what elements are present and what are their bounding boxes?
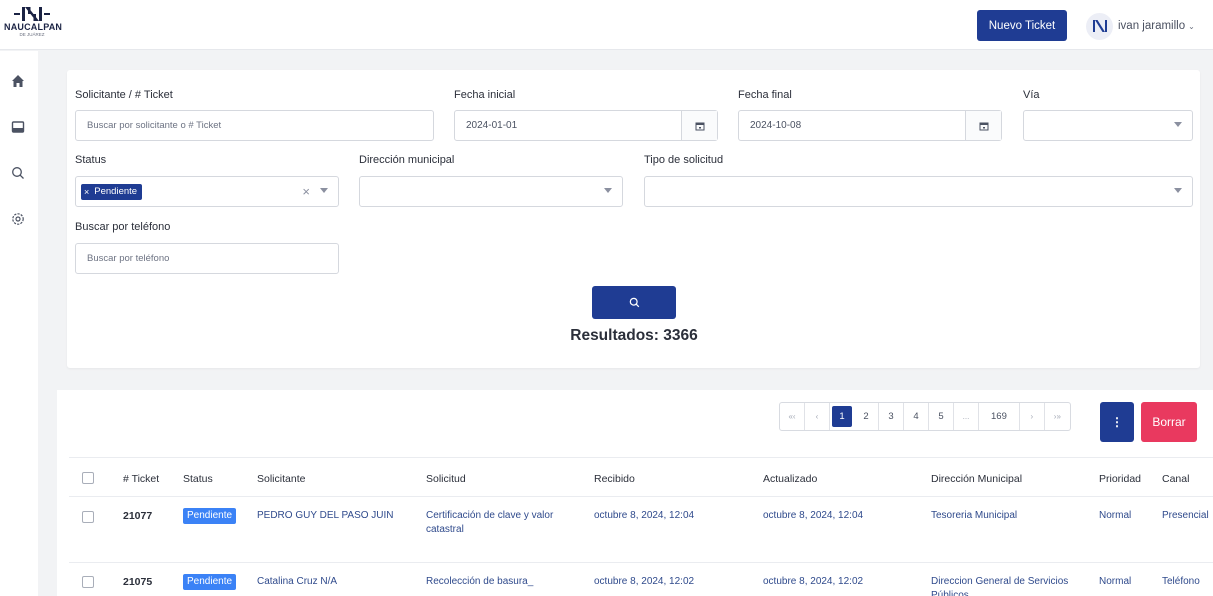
user-avatar-logo-icon	[1092, 20, 1107, 32]
pagination: «‹ ‹ 1 2 3 4 5 ... 169 › ›»	[779, 402, 1071, 431]
naucalpan-logo[interactable]: NAUCALPAN DE JUÁREZ	[4, 6, 63, 44]
row-checkbox[interactable]	[82, 511, 94, 523]
request-type-label: Tipo de solicitud	[644, 154, 724, 166]
status-badge: Pendiente	[183, 508, 237, 524]
pagination-page-3[interactable]: 3	[879, 403, 904, 430]
pagination-page-4[interactable]: 4	[904, 403, 929, 430]
settings-icon[interactable]	[9, 210, 27, 228]
start-date-label: Fecha inicial	[454, 89, 516, 101]
direction-select[interactable]	[359, 176, 623, 207]
start-date-value: 2024-01-01	[466, 120, 518, 131]
column-priority[interactable]: Prioridad	[1099, 473, 1141, 485]
requester-cell: Catalina Cruz N/A	[257, 576, 338, 587]
status-badge: Pendiente	[183, 574, 237, 590]
end-date-label: Fecha final	[738, 89, 792, 101]
naucalpan-logo-icon	[14, 7, 50, 21]
user-name: ivan jaramillo	[1118, 20, 1186, 32]
requester-search-input[interactable]: Buscar por solicitante o # Ticket	[75, 110, 434, 141]
calendar-icon[interactable]	[681, 111, 717, 140]
table-divider	[69, 457, 1213, 458]
user-avatar	[1086, 12, 1113, 40]
via-select[interactable]	[1023, 110, 1193, 141]
column-requester[interactable]: Solicitante	[257, 473, 305, 485]
received-cell: octubre 8, 2024, 12:04	[594, 510, 695, 521]
calendar-icon[interactable]	[965, 111, 1001, 140]
start-date-input[interactable]: 2024-01-01	[454, 110, 718, 141]
via-label: Vía	[1023, 89, 1040, 101]
column-request[interactable]: Solicitud	[426, 473, 466, 485]
pagination-prev[interactable]: ‹	[805, 403, 830, 430]
pagination-page-5[interactable]: 5	[929, 403, 954, 430]
top-header: NAUCALPAN DE JUÁREZ Nuevo Ticket ivan ja…	[0, 0, 1213, 50]
sidebar	[0, 51, 38, 596]
updated-cell: octubre 8, 2024, 12:04	[763, 510, 864, 521]
column-updated[interactable]: Actualizado	[763, 473, 817, 485]
logo-text: NAUCALPAN	[4, 22, 63, 32]
pagination-page-1[interactable]: 1	[832, 406, 852, 427]
remove-tag-icon[interactable]: ×	[84, 187, 89, 197]
channel-cell: Teléfono	[1162, 576, 1200, 587]
home-icon[interactable]	[9, 72, 27, 90]
ticket-id[interactable]: 21077	[123, 509, 152, 523]
pagination-ellipsis: ...	[954, 403, 979, 430]
phone-search-input[interactable]: Buscar por teléfono	[75, 243, 339, 274]
channel-cell: Presencial	[1162, 510, 1209, 521]
column-status[interactable]: Status	[183, 473, 213, 485]
pagination-last[interactable]: ›»	[1045, 403, 1070, 430]
priority-cell: Normal	[1099, 576, 1132, 587]
chevron-down-icon: ⌄	[1188, 21, 1195, 31]
end-date-value: 2024-10-08	[750, 120, 802, 131]
status-label: Status	[75, 154, 107, 166]
column-received[interactable]: Recibido	[594, 473, 635, 485]
new-ticket-button[interactable]: Nuevo Ticket	[977, 10, 1067, 41]
table-divider	[69, 562, 1213, 563]
phone-label: Buscar por teléfono	[75, 221, 171, 233]
chevron-down-icon	[320, 188, 328, 193]
logo-subtext: DE JUÁREZ	[19, 32, 45, 37]
priority-cell: Normal	[1099, 510, 1132, 521]
select-all-checkbox[interactable]	[82, 472, 94, 484]
requester-cell: PEDRO GUY DEL PASO JUIN	[257, 510, 394, 521]
column-channel[interactable]: Canal	[1162, 473, 1189, 485]
chevron-down-icon	[604, 188, 612, 193]
filters-card: Solicitante / # Ticket Buscar por solici…	[67, 70, 1200, 368]
column-direction[interactable]: Dirección Municipal	[931, 473, 1022, 485]
table-divider	[69, 496, 1213, 497]
request-type-select[interactable]	[644, 176, 1193, 207]
received-cell: octubre 8, 2024, 12:02	[594, 576, 695, 587]
status-tag-label: Pendiente	[94, 186, 138, 197]
user-menu[interactable]: ivan jaramillo ⌄	[1086, 11, 1195, 41]
status-tag: × Pendiente	[81, 183, 143, 200]
pagination-page-169[interactable]: 169	[979, 403, 1020, 430]
row-checkbox[interactable]	[82, 576, 94, 588]
search-icon	[629, 297, 639, 308]
pagination-first[interactable]: «‹	[780, 403, 805, 430]
chevron-down-icon	[1174, 122, 1182, 127]
inbox-icon[interactable]	[9, 118, 27, 136]
search-icon[interactable]	[9, 164, 27, 182]
pagination-next[interactable]: ›	[1020, 403, 1045, 430]
results-count: Resultados: 3366	[570, 327, 698, 344]
clear-icon[interactable]: ×	[302, 184, 310, 199]
direction-label: Dirección municipal	[359, 154, 455, 166]
status-multiselect[interactable]: × Pendiente ×	[75, 176, 339, 207]
end-date-input[interactable]: 2024-10-08	[738, 110, 1002, 141]
column-ticket[interactable]: # Ticket	[123, 473, 159, 485]
delete-button[interactable]: Borrar	[1141, 402, 1197, 442]
search-button[interactable]	[592, 286, 676, 319]
chevron-down-icon	[1174, 188, 1182, 193]
tickets-card: «‹ ‹ 1 2 3 4 5 ... 169 › ›» ⋮ Borrar # T…	[57, 390, 1213, 596]
ticket-id[interactable]: 21075	[123, 575, 152, 589]
requester-label: Solicitante / # Ticket	[75, 89, 173, 101]
request-cell: Recolección de basura_	[426, 576, 534, 587]
direction-cell: Direccion General de Servicios Públicos	[931, 576, 1069, 596]
pagination-page-2[interactable]: 2	[854, 403, 879, 430]
direction-cell: Tesoreria Municipal	[931, 510, 1018, 521]
request-cell: Certificación de clave y valor catastral	[426, 510, 554, 535]
more-options-button[interactable]: ⋮	[1100, 402, 1134, 442]
updated-cell: octubre 8, 2024, 12:02	[763, 576, 864, 587]
